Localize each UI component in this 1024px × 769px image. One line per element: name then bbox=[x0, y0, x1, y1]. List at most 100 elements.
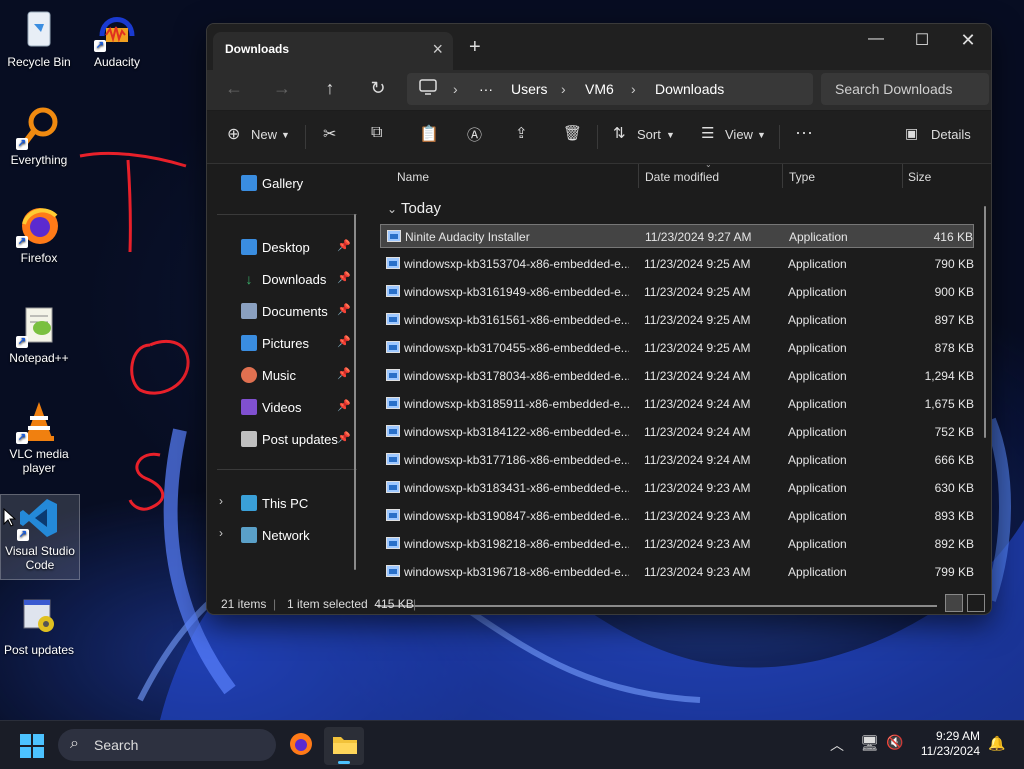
file-type: Application bbox=[788, 369, 847, 383]
close-window-icon[interactable]: ✕ bbox=[945, 30, 991, 51]
expand-chevron-icon[interactable]: › bbox=[219, 494, 223, 508]
file-rows: Ninite Audacity Installer 11/23/2024 9:27… bbox=[367, 164, 991, 596]
everything-icon: ↗ bbox=[16, 104, 62, 150]
shortcut-arrow-icon: ↗ bbox=[16, 138, 28, 150]
application-file-icon bbox=[386, 313, 400, 325]
desktop-icon-audacity[interactable]: ↗ Audacity bbox=[78, 6, 156, 69]
item-count: 21 items bbox=[221, 597, 267, 611]
breadcrumb-users[interactable]: Users bbox=[511, 81, 548, 97]
navigation-pane: Gallery Desktop 📌 ↓ Downloads 📌 Document… bbox=[207, 164, 365, 576]
forward-icon[interactable]: → bbox=[269, 78, 295, 99]
network-status-icon[interactable]: 🖥 bbox=[860, 734, 879, 752]
file-row[interactable]: windowsxp-kb3161949-x86-embedded-e... 11/… bbox=[380, 280, 974, 304]
share-icon[interactable]: ⇪ bbox=[515, 124, 528, 142]
minimize-icon[interactable]: — bbox=[853, 30, 899, 48]
up-icon[interactable]: ↑ bbox=[317, 78, 343, 99]
desktop-icon-label: Post updates bbox=[3, 643, 75, 657]
file-name: windowsxp-kb3178034-x86-embedded-e... bbox=[404, 369, 629, 383]
nav-scrollbar[interactable] bbox=[354, 214, 356, 570]
desktop-icon-firefox[interactable]: ↗ Firefox bbox=[0, 202, 78, 265]
file-name: windowsxp-kb3184122-x86-embedded-e... bbox=[404, 425, 629, 439]
file-type: Application bbox=[788, 509, 847, 523]
file-row[interactable]: windowsxp-kb3183431-x86-embedded-e... 11/… bbox=[380, 476, 974, 500]
notifications-bell-icon[interactable]: 🔔 bbox=[988, 735, 1005, 752]
search-input[interactable]: Search Downloads bbox=[821, 73, 989, 105]
file-row[interactable]: windowsxp-kb3185911-x86-embedded-e... 11/… bbox=[380, 392, 974, 416]
folder-icon bbox=[333, 737, 357, 754]
view-icon[interactable]: ☰ bbox=[701, 124, 714, 142]
view-button[interactable]: View bbox=[725, 127, 753, 142]
file-type: Application bbox=[788, 565, 847, 579]
pin-icon: 📌 bbox=[337, 272, 351, 284]
taskbar-search[interactable]: ⌕ Search bbox=[58, 729, 276, 761]
breadcrumb[interactable]: › ··· Users › VM6 › Downloads bbox=[407, 73, 813, 105]
file-row[interactable]: windowsxp-kb3198218-x86-embedded-e... 11/… bbox=[380, 532, 974, 556]
file-row[interactable]: windowsxp-kb3177186-x86-embedded-e... 11/… bbox=[380, 448, 974, 472]
tab-downloads[interactable]: Downloads × bbox=[213, 32, 453, 70]
delete-icon[interactable]: 🗑 bbox=[563, 124, 582, 142]
file-date: 11/23/2024 9:24 AM bbox=[644, 453, 751, 467]
application-file-icon bbox=[386, 341, 400, 353]
file-size: 892 KB bbox=[934, 537, 974, 551]
nav-label: Network bbox=[262, 528, 310, 543]
new-tab-icon[interactable]: + bbox=[469, 36, 481, 59]
file-row[interactable]: windowsxp-kb3170455-x86-embedded-e... 11/… bbox=[380, 336, 974, 360]
more-options-icon[interactable]: ··· bbox=[795, 122, 813, 143]
file-row[interactable]: windowsxp-kb3190847-x86-embedded-e... 11/… bbox=[380, 504, 974, 528]
new-button[interactable]: New bbox=[251, 127, 277, 142]
sort-button[interactable]: Sort bbox=[637, 127, 661, 142]
file-size: 416 KB bbox=[933, 230, 973, 244]
nav-label: Videos bbox=[262, 400, 302, 415]
details-pane-icon[interactable]: ▣ bbox=[905, 125, 918, 142]
file-row[interactable]: windowsxp-kb3161561-x86-embedded-e... 11/… bbox=[380, 308, 974, 332]
desktop-icon-everything[interactable]: ↗ Everything bbox=[0, 104, 78, 167]
system-clock[interactable]: 9:29 AM 11/23/2024 bbox=[921, 729, 980, 759]
sort-icon[interactable]: ⇅ bbox=[613, 124, 626, 142]
chevron-right-icon: › bbox=[561, 81, 566, 97]
pin-icon: 📌 bbox=[337, 400, 351, 412]
file-date: 11/23/2024 9:24 AM bbox=[644, 425, 751, 439]
refresh-icon[interactable]: ↻ bbox=[365, 78, 391, 99]
close-tab-icon[interactable]: × bbox=[432, 39, 443, 60]
details-view-icon[interactable] bbox=[945, 594, 963, 612]
desktop-icon-vscode[interactable]: ↗ Visual Studio Code bbox=[0, 494, 80, 580]
show-hidden-icons-chevron-icon[interactable]: ︿ bbox=[830, 735, 844, 755]
selection-info: 1 item selected 415 KB bbox=[287, 597, 414, 611]
details-button[interactable]: Details bbox=[931, 127, 971, 142]
application-file-icon bbox=[386, 481, 400, 493]
pin-icon: 📌 bbox=[337, 304, 351, 316]
desktop-icon-recycle-bin[interactable]: Recycle Bin bbox=[0, 6, 78, 69]
nav-label: Downloads bbox=[262, 272, 327, 287]
breadcrumb-vm6[interactable]: VM6 bbox=[585, 81, 614, 97]
file-size: 878 KB bbox=[934, 341, 974, 355]
content-scrollbar[interactable] bbox=[984, 206, 986, 438]
paste-icon[interactable]: 📋 bbox=[419, 124, 439, 144]
file-row[interactable]: windowsxp-kb3184122-x86-embedded-e... 11/… bbox=[380, 420, 974, 444]
nav-label: Desktop bbox=[262, 240, 310, 255]
taskbar-file-explorer[interactable] bbox=[324, 727, 364, 765]
copy-icon[interactable]: ⧉ bbox=[371, 124, 382, 142]
start-windows-icon[interactable] bbox=[20, 734, 44, 763]
file-row[interactable]: windowsxp-kb3196718-x86-embedded-e... 11/… bbox=[380, 560, 974, 584]
shortcut-arrow-icon: ↗ bbox=[16, 432, 28, 444]
desktop-icon-vlc[interactable]: ↗ VLC media player bbox=[0, 398, 78, 475]
tiles-view-icon[interactable] bbox=[967, 594, 985, 612]
file-row[interactable]: Ninite Audacity Installer 11/23/2024 9:27… bbox=[380, 224, 974, 248]
file-row[interactable]: windowsxp-kb3153704-x86-embedded-e... 11/… bbox=[380, 252, 974, 276]
desktop-icon-notepad-plus-plus[interactable]: ↗ Notepad++ bbox=[0, 302, 78, 365]
more-locations-icon[interactable]: ··· bbox=[479, 81, 493, 97]
pin-icon: 📌 bbox=[337, 336, 351, 348]
rename-icon[interactable]: Ⓐ bbox=[467, 124, 482, 145]
back-icon[interactable]: ← bbox=[221, 78, 247, 99]
file-row[interactable]: windowsxp-kb3178034-x86-embedded-e... 11/… bbox=[380, 364, 974, 388]
cut-icon[interactable]: ✂ bbox=[323, 124, 336, 144]
new-plus-icon[interactable]: ⊕ bbox=[227, 124, 240, 144]
chevron-right-icon: › bbox=[631, 81, 636, 97]
volume-muted-icon[interactable]: 🔇 bbox=[886, 734, 903, 751]
taskbar-firefox-icon[interactable] bbox=[288, 731, 314, 762]
breadcrumb-downloads[interactable]: Downloads bbox=[655, 81, 724, 97]
desktop-icon-post-updates[interactable]: Post updates bbox=[0, 594, 78, 657]
vlc-cone-icon: ↗ bbox=[16, 398, 62, 444]
expand-chevron-icon[interactable]: › bbox=[219, 526, 223, 540]
maximize-icon[interactable]: ☐ bbox=[899, 30, 945, 50]
